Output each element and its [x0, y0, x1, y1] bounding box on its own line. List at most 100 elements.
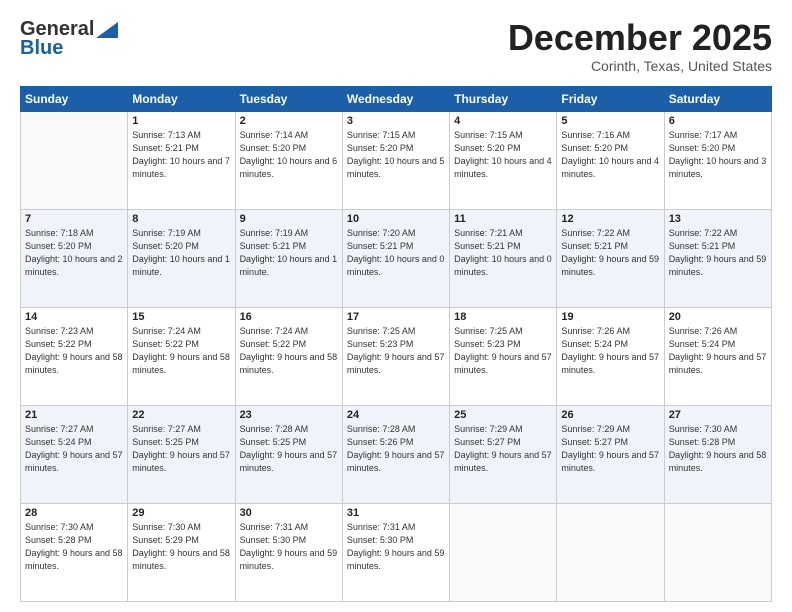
day-info: Sunrise: 7:27 AMSunset: 5:24 PMDaylight:…	[25, 423, 123, 475]
day-info: Sunrise: 7:17 AMSunset: 5:20 PMDaylight:…	[669, 129, 767, 181]
calendar-cell: 30 Sunrise: 7:31 AMSunset: 5:30 PMDayligh…	[235, 503, 342, 601]
calendar-cell: 29 Sunrise: 7:30 AMSunset: 5:29 PMDayligh…	[128, 503, 235, 601]
calendar-cell: 18Sunrise: 7:25 AMSunset: 5:23 PMDayligh…	[450, 307, 557, 405]
calendar-cell: 31 Sunrise: 7:31 AMSunset: 5:30 PMDayligh…	[342, 503, 449, 601]
day-number: 20	[669, 311, 767, 323]
calendar-cell: 25 Sunrise: 7:29 AMSunset: 5:27 PMDayligh…	[450, 405, 557, 503]
day-number: 21	[25, 409, 123, 421]
calendar-cell: 26 Sunrise: 7:29 AMSunset: 5:27 PMDayligh…	[557, 405, 664, 503]
day-number: 25	[454, 409, 552, 421]
day-number: 3	[347, 115, 445, 127]
th-thursday: Thursday	[450, 86, 557, 111]
calendar-row-2: 14Sunrise: 7:23 AMSunset: 5:22 PMDayligh…	[21, 307, 772, 405]
day-info: Sunrise: 7:13 AMSunset: 5:21 PMDaylight:…	[132, 129, 230, 181]
day-number: 14	[25, 311, 123, 323]
day-number: 7	[25, 213, 123, 225]
calendar-cell: 8 Sunrise: 7:19 AMSunset: 5:20 PMDaylight…	[128, 209, 235, 307]
title-block: December 2025 Corinth, Texas, United Sta…	[508, 18, 772, 74]
day-info: Sunrise: 7:16 AMSunset: 5:20 PMDaylight:…	[561, 129, 659, 181]
calendar-cell: 1 Sunrise: 7:13 AMSunset: 5:21 PMDaylight…	[128, 111, 235, 209]
day-number: 16	[240, 311, 338, 323]
day-info: Sunrise: 7:26 AMSunset: 5:24 PMDaylight:…	[561, 325, 659, 377]
header: General Blue December 2025 Corinth, Texa…	[20, 18, 772, 74]
th-wednesday: Wednesday	[342, 86, 449, 111]
calendar-cell	[664, 503, 771, 601]
day-number: 8	[132, 213, 230, 225]
day-number: 19	[561, 311, 659, 323]
day-number: 28	[25, 507, 123, 519]
th-sunday: Sunday	[21, 86, 128, 111]
calendar-cell	[21, 111, 128, 209]
day-info: Sunrise: 7:27 AMSunset: 5:25 PMDaylight:…	[132, 423, 230, 475]
th-tuesday: Tuesday	[235, 86, 342, 111]
day-info: Sunrise: 7:15 AMSunset: 5:20 PMDaylight:…	[347, 129, 445, 181]
day-number: 24	[347, 409, 445, 421]
day-number: 13	[669, 213, 767, 225]
calendar-page: General Blue December 2025 Corinth, Texa…	[0, 0, 792, 612]
calendar-cell: 24 Sunrise: 7:28 AMSunset: 5:26 PMDayligh…	[342, 405, 449, 503]
calendar-cell: 27 Sunrise: 7:30 AMSunset: 5:28 PMDayligh…	[664, 405, 771, 503]
day-number: 26	[561, 409, 659, 421]
calendar-cell: 22 Sunrise: 7:27 AMSunset: 5:25 PMDayligh…	[128, 405, 235, 503]
logo-icon	[96, 22, 118, 38]
day-info: Sunrise: 7:24 AMSunset: 5:22 PMDaylight:…	[132, 325, 230, 377]
day-number: 2	[240, 115, 338, 127]
day-number: 15	[132, 311, 230, 323]
calendar-cell	[557, 503, 664, 601]
calendar-cell	[450, 503, 557, 601]
day-number: 1	[132, 115, 230, 127]
day-number: 18	[454, 311, 552, 323]
calendar-cell: 13 Sunrise: 7:22 AMSunset: 5:21 PMDayligh…	[664, 209, 771, 307]
logo-blue: Blue	[20, 37, 63, 60]
day-number: 12	[561, 213, 659, 225]
day-number: 9	[240, 213, 338, 225]
day-number: 6	[669, 115, 767, 127]
th-monday: Monday	[128, 86, 235, 111]
calendar-body: 1 Sunrise: 7:13 AMSunset: 5:21 PMDaylight…	[21, 111, 772, 601]
day-number: 31	[347, 507, 445, 519]
calendar-cell: 14Sunrise: 7:23 AMSunset: 5:22 PMDayligh…	[21, 307, 128, 405]
day-number: 22	[132, 409, 230, 421]
day-number: 27	[669, 409, 767, 421]
th-saturday: Saturday	[664, 86, 771, 111]
calendar-cell: 3 Sunrise: 7:15 AMSunset: 5:20 PMDaylight…	[342, 111, 449, 209]
weekday-header-row: Sunday Monday Tuesday Wednesday Thursday…	[21, 86, 772, 111]
day-number: 11	[454, 213, 552, 225]
day-info: Sunrise: 7:28 AMSunset: 5:26 PMDaylight:…	[347, 423, 445, 475]
calendar-cell: 11 Sunrise: 7:21 AMSunset: 5:21 PMDayligh…	[450, 209, 557, 307]
th-friday: Friday	[557, 86, 664, 111]
day-info: Sunrise: 7:21 AMSunset: 5:21 PMDaylight:…	[454, 227, 552, 279]
day-info: Sunrise: 7:25 AMSunset: 5:23 PMDaylight:…	[347, 325, 445, 377]
day-info: Sunrise: 7:31 AMSunset: 5:30 PMDaylight:…	[347, 521, 445, 573]
day-number: 4	[454, 115, 552, 127]
day-info: Sunrise: 7:30 AMSunset: 5:28 PMDaylight:…	[669, 423, 767, 475]
day-number: 17	[347, 311, 445, 323]
calendar-cell: 10Sunrise: 7:20 AMSunset: 5:21 PMDayligh…	[342, 209, 449, 307]
calendar-row-0: 1 Sunrise: 7:13 AMSunset: 5:21 PMDaylight…	[21, 111, 772, 209]
day-info: Sunrise: 7:26 AMSunset: 5:24 PMDaylight:…	[669, 325, 767, 377]
day-number: 10	[347, 213, 445, 225]
calendar-cell: 15 Sunrise: 7:24 AMSunset: 5:22 PMDayligh…	[128, 307, 235, 405]
day-info: Sunrise: 7:14 AMSunset: 5:20 PMDaylight:…	[240, 129, 338, 181]
day-info: Sunrise: 7:19 AMSunset: 5:20 PMDaylight:…	[132, 227, 230, 279]
calendar-cell: 21 Sunrise: 7:27 AMSunset: 5:24 PMDayligh…	[21, 405, 128, 503]
calendar-table: Sunday Monday Tuesday Wednesday Thursday…	[20, 86, 772, 602]
calendar-row-4: 28Sunrise: 7:30 AMSunset: 5:28 PMDayligh…	[21, 503, 772, 601]
month-title: December 2025	[508, 18, 772, 58]
calendar-cell: 6 Sunrise: 7:17 AMSunset: 5:20 PMDaylight…	[664, 111, 771, 209]
calendar-row-3: 21 Sunrise: 7:27 AMSunset: 5:24 PMDayligh…	[21, 405, 772, 503]
day-info: Sunrise: 7:28 AMSunset: 5:25 PMDaylight:…	[240, 423, 338, 475]
day-info: Sunrise: 7:31 AMSunset: 5:30 PMDaylight:…	[240, 521, 338, 573]
calendar-cell: 17 Sunrise: 7:25 AMSunset: 5:23 PMDayligh…	[342, 307, 449, 405]
day-info: Sunrise: 7:29 AMSunset: 5:27 PMDaylight:…	[454, 423, 552, 475]
calendar-cell: 16Sunrise: 7:24 AMSunset: 5:22 PMDayligh…	[235, 307, 342, 405]
day-number: 30	[240, 507, 338, 519]
calendar-cell: 19 Sunrise: 7:26 AMSunset: 5:24 PMDayligh…	[557, 307, 664, 405]
day-info: Sunrise: 7:19 AMSunset: 5:21 PMDaylight:…	[240, 227, 338, 279]
location-subtitle: Corinth, Texas, United States	[508, 58, 772, 74]
calendar-cell: 20 Sunrise: 7:26 AMSunset: 5:24 PMDayligh…	[664, 307, 771, 405]
day-info: Sunrise: 7:22 AMSunset: 5:21 PMDaylight:…	[669, 227, 767, 279]
day-info: Sunrise: 7:29 AMSunset: 5:27 PMDaylight:…	[561, 423, 659, 475]
day-number: 29	[132, 507, 230, 519]
day-info: Sunrise: 7:30 AMSunset: 5:29 PMDaylight:…	[132, 521, 230, 573]
